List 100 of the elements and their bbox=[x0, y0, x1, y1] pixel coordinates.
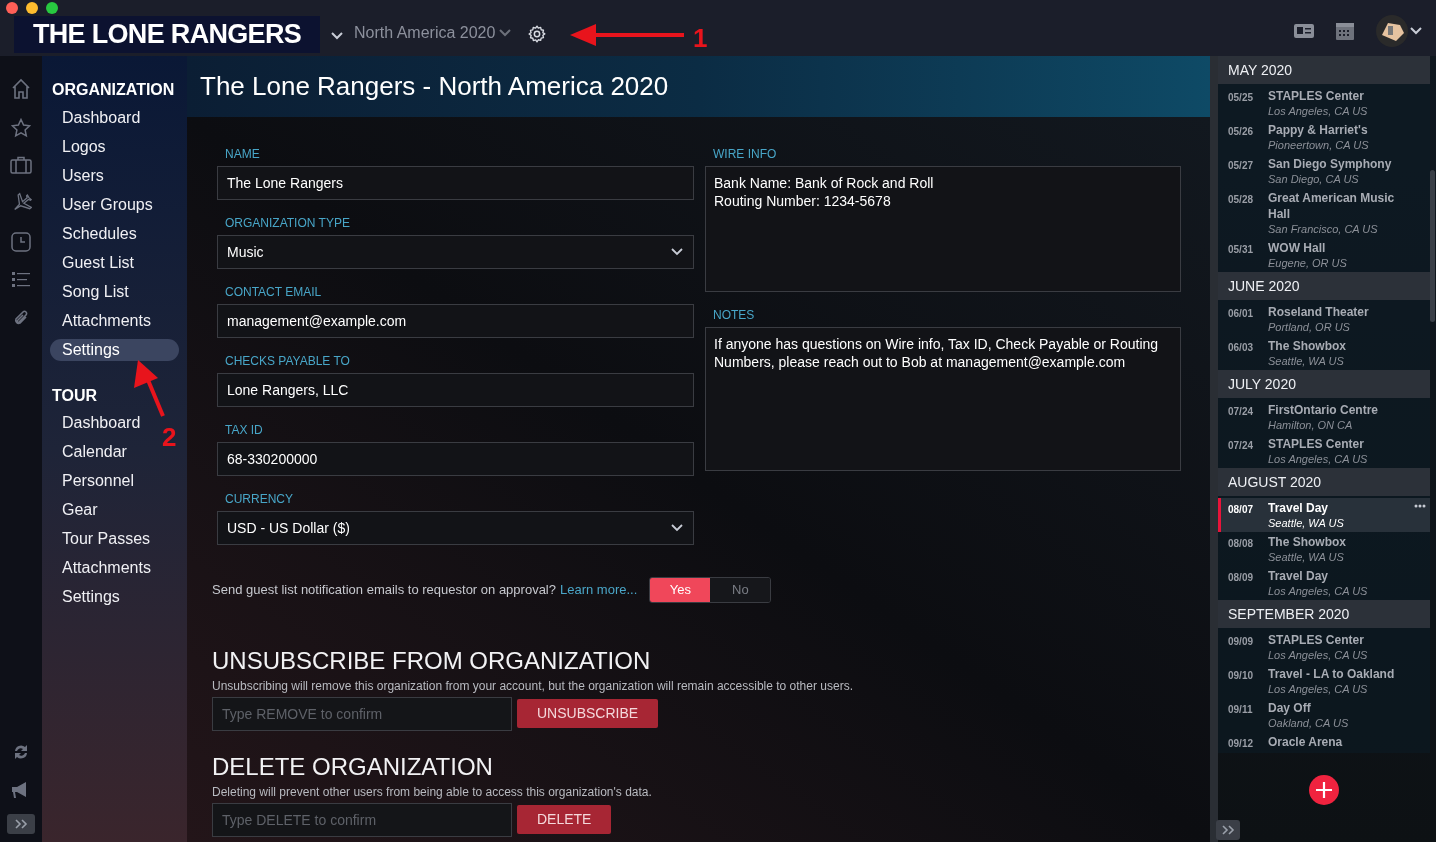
home-icon[interactable] bbox=[11, 78, 31, 100]
event-row[interactable]: 09/12 Oracle Arena bbox=[1218, 732, 1430, 753]
event-row[interactable]: 05/28 Great American Music Hall San Francisco, CA US bbox=[1218, 188, 1430, 238]
learn-more-link[interactable]: Learn more... bbox=[560, 580, 638, 600]
event-row[interactable]: 09/11 Day Off Oakland, CA US bbox=[1218, 698, 1430, 732]
section-heading: TOUR bbox=[51, 386, 99, 406]
event-location: Seattle, WA US bbox=[1268, 354, 1345, 368]
event-row[interactable]: 07/24 FirstOntario Centre Hamilton, ON CA bbox=[1218, 400, 1430, 434]
more-icon[interactable] bbox=[1414, 504, 1426, 508]
event-location: San Diego, CA US bbox=[1268, 172, 1360, 186]
event-row[interactable]: 05/26 Pappy & Harriet's Pioneertown, CA US bbox=[1218, 120, 1430, 154]
danger-button[interactable]: UNSUBSCRIBE bbox=[517, 699, 659, 728]
event-location: Pioneertown, CA US bbox=[1268, 138, 1370, 152]
double-chevron-right-icon bbox=[14, 819, 28, 829]
field-label: NAME bbox=[224, 145, 261, 163]
nav-item[interactable]: Users bbox=[50, 165, 116, 187]
toggle-option[interactable]: Yes bbox=[650, 578, 711, 602]
calendar-icon[interactable] bbox=[1336, 22, 1354, 40]
event-date: 09/10 bbox=[1228, 669, 1255, 683]
event-name: Travel Day bbox=[1268, 500, 1330, 516]
event-name: Day Off bbox=[1268, 700, 1312, 716]
text-field[interactable]: The Lone Rangers bbox=[217, 166, 694, 200]
scrollbar-track[interactable] bbox=[1210, 56, 1218, 842]
clock-icon[interactable] bbox=[11, 232, 31, 252]
nav-item[interactable]: Settings bbox=[50, 586, 132, 608]
event-date: 08/09 bbox=[1228, 571, 1255, 585]
text-field[interactable]: 68-330200000 bbox=[217, 442, 694, 476]
text-area[interactable]: If anyone has questions on Wire info, Tax ID, Check Payable or Routing Numbers, please reach out to Bob at management@example.com bbox=[705, 327, 1181, 471]
event-location: Hamilton, ON CA bbox=[1268, 418, 1354, 432]
dropdown[interactable]: Music bbox=[217, 235, 694, 269]
nav-item[interactable]: Guest List bbox=[50, 252, 147, 274]
field-label: ORGANIZATION TYPE bbox=[224, 214, 351, 232]
section-description: Deleting will prevent other users from being able to access this organization's data. bbox=[212, 784, 653, 801]
briefcase-icon[interactable] bbox=[10, 156, 32, 174]
nav-item[interactable]: Calendar bbox=[50, 441, 139, 463]
event-date: 05/25 bbox=[1228, 91, 1255, 105]
annotation-number: 2 bbox=[162, 421, 177, 454]
event-row[interactable]: 08/08 The Showbox Seattle, WA US bbox=[1218, 532, 1430, 566]
nav-item[interactable]: Song List bbox=[50, 281, 141, 303]
event-row[interactable]: 08/09 Travel Day Los Angeles, CA US bbox=[1218, 566, 1430, 600]
danger-button[interactable]: DELETE bbox=[517, 805, 612, 834]
nav-item[interactable]: Gear bbox=[50, 499, 110, 521]
event-row[interactable]: 09/10 Travel - LA to Oakland Los Angeles, CA US bbox=[1218, 664, 1430, 698]
field-label: WIRE INFO bbox=[712, 145, 778, 163]
nav-item[interactable]: Settings bbox=[50, 339, 179, 361]
chevron-down-icon bbox=[671, 524, 683, 532]
event-row[interactable]: 07/24 STAPLES Center Los Angeles, CA US bbox=[1218, 434, 1430, 468]
month-header: MAY 2020 bbox=[1218, 56, 1430, 84]
nav-item[interactable]: Logos bbox=[50, 136, 118, 158]
event-name: STAPLES Center bbox=[1268, 436, 1365, 452]
event-row[interactable]: 06/01 Roseland Theater Portland, OR US bbox=[1218, 302, 1430, 336]
nav-item[interactable]: Personnel bbox=[50, 470, 147, 492]
expand-button[interactable] bbox=[1216, 820, 1240, 840]
event-row[interactable]: 06/03 The Showbox Seattle, WA US bbox=[1218, 336, 1430, 370]
event-date: 08/08 bbox=[1228, 537, 1255, 551]
nav-item[interactable]: User Groups bbox=[50, 194, 165, 216]
event-name: Oracle Arena bbox=[1268, 734, 1344, 750]
dropdown[interactable]: USD - US Dollar ($) bbox=[217, 511, 694, 545]
field-label: TAX ID bbox=[224, 421, 264, 439]
expand-button[interactable] bbox=[7, 814, 35, 834]
text-area[interactable]: Bank Name: Bank of Rock and Roll Routing Number: 1234-5678 bbox=[705, 166, 1181, 292]
scrollbar[interactable] bbox=[1430, 170, 1435, 322]
close-window-icon[interactable] bbox=[6, 2, 18, 14]
event-name: Pappy & Harriet's bbox=[1268, 122, 1369, 138]
text-field[interactable]: management@example.com bbox=[217, 304, 694, 338]
confirm-field[interactable]: Type DELETE to confirm bbox=[212, 803, 512, 837]
chevron-down-icon[interactable] bbox=[330, 31, 344, 41]
nav-item[interactable]: Dashboard bbox=[50, 412, 153, 434]
star-icon[interactable] bbox=[11, 118, 31, 138]
nav-item[interactable]: Attachments bbox=[50, 310, 163, 332]
nav-item[interactable]: Schedules bbox=[50, 223, 149, 245]
list-icon[interactable] bbox=[11, 270, 31, 290]
minimize-window-icon[interactable] bbox=[26, 2, 38, 14]
toggle-option[interactable]: No bbox=[710, 578, 771, 602]
event-row[interactable]: 05/27 San Diego Symphony San Diego, CA US bbox=[1218, 154, 1430, 188]
event-name: The Showbox bbox=[1268, 534, 1347, 550]
logo[interactable]: THE LONE RANGERS bbox=[14, 16, 320, 53]
event-row[interactable]: 05/31 WOW Hall Eugene, OR US bbox=[1218, 238, 1430, 272]
section-title: DELETE ORGANIZATION bbox=[212, 753, 494, 781]
nav-item[interactable]: Dashboard bbox=[50, 107, 153, 129]
event-location: Los Angeles, CA US bbox=[1268, 584, 1369, 598]
nav-item[interactable]: Tour Passes bbox=[50, 528, 163, 550]
nav-item[interactable]: Attachments bbox=[50, 557, 163, 579]
event-date: 05/27 bbox=[1228, 159, 1255, 173]
chevron-down-icon[interactable] bbox=[1410, 27, 1422, 35]
zoom-window-icon[interactable] bbox=[46, 2, 58, 14]
event-location: Los Angeles, CA US bbox=[1268, 648, 1369, 662]
event-row[interactable]: 08/07 Travel Day Seattle, WA US bbox=[1218, 498, 1430, 532]
question-text: Send guest list notification emails to requestor on approval? bbox=[212, 581, 556, 600]
settings-icon[interactable] bbox=[527, 24, 548, 44]
event-row[interactable]: 05/25 STAPLES Center Los Angeles, CA US bbox=[1218, 86, 1430, 120]
event-row[interactable]: 09/09 STAPLES Center Los Angeles, CA US bbox=[1218, 630, 1430, 664]
chevron-down-icon bbox=[671, 248, 683, 256]
text-field[interactable]: Lone Rangers, LLC bbox=[217, 373, 694, 407]
confirm-field[interactable]: Type REMOVE to confirm bbox=[212, 697, 512, 731]
avatar-icon[interactable] bbox=[1376, 15, 1408, 47]
add-button[interactable] bbox=[1309, 775, 1339, 805]
tour-selector[interactable]: North America 2020 bbox=[354, 21, 512, 45]
event-name: WOW Hall bbox=[1268, 240, 1327, 256]
id-card-icon[interactable] bbox=[1294, 24, 1314, 38]
